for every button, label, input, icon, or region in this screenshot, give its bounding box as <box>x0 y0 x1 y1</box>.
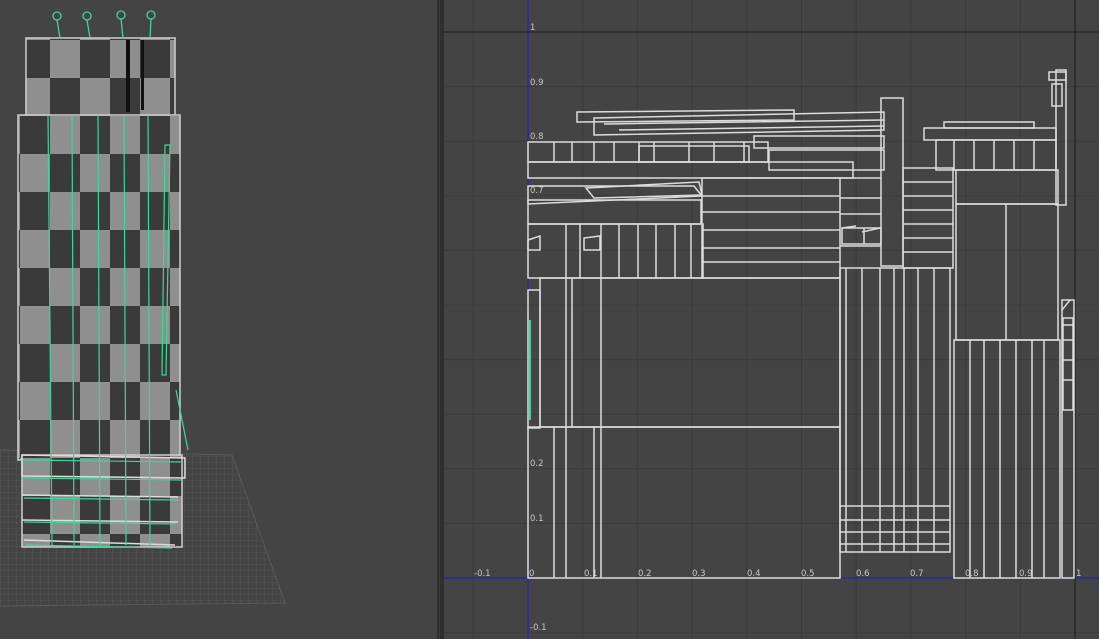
tick-y-01: 0.1 <box>530 514 544 524</box>
tick-y-02: 0.2 <box>530 459 544 469</box>
maya-workspace: -0.1 0 0.1 0.2 0.3 0.4 0.5 0.6 0.7 0.8 0… <box>0 0 1099 639</box>
tick-y-neg01: -0.1 <box>530 623 547 633</box>
tick-x-1: 1 <box>1076 569 1081 579</box>
uv-texture-editor[interactable]: -0.1 0 0.1 0.2 0.3 0.4 0.5 0.6 0.7 0.8 0… <box>444 0 1099 639</box>
antenna-group <box>52 10 156 39</box>
viewport-canvas[interactable] <box>0 0 437 639</box>
tick-y-1: 1 <box>530 23 535 33</box>
tick-labels-y: 1 0.9 0.8 0.7 0.2 0.1 -0.1 <box>530 23 547 633</box>
perspective-viewport[interactable] <box>0 0 437 639</box>
building-mesh[interactable] <box>17 10 189 549</box>
tick-x-neg01: -0.1 <box>474 569 491 579</box>
tick-x-07: 0.7 <box>910 569 924 579</box>
uv-canvas[interactable]: -0.1 0 0.1 0.2 0.3 0.4 0.5 0.6 0.7 0.8 0… <box>444 0 1099 639</box>
panel-splitter[interactable] <box>437 0 444 639</box>
tick-y-07: 0.7 <box>530 186 544 196</box>
tick-y-08: 0.8 <box>530 132 544 142</box>
tick-y-09: 0.9 <box>530 78 544 88</box>
tick-x-06: 0.6 <box>856 569 870 579</box>
